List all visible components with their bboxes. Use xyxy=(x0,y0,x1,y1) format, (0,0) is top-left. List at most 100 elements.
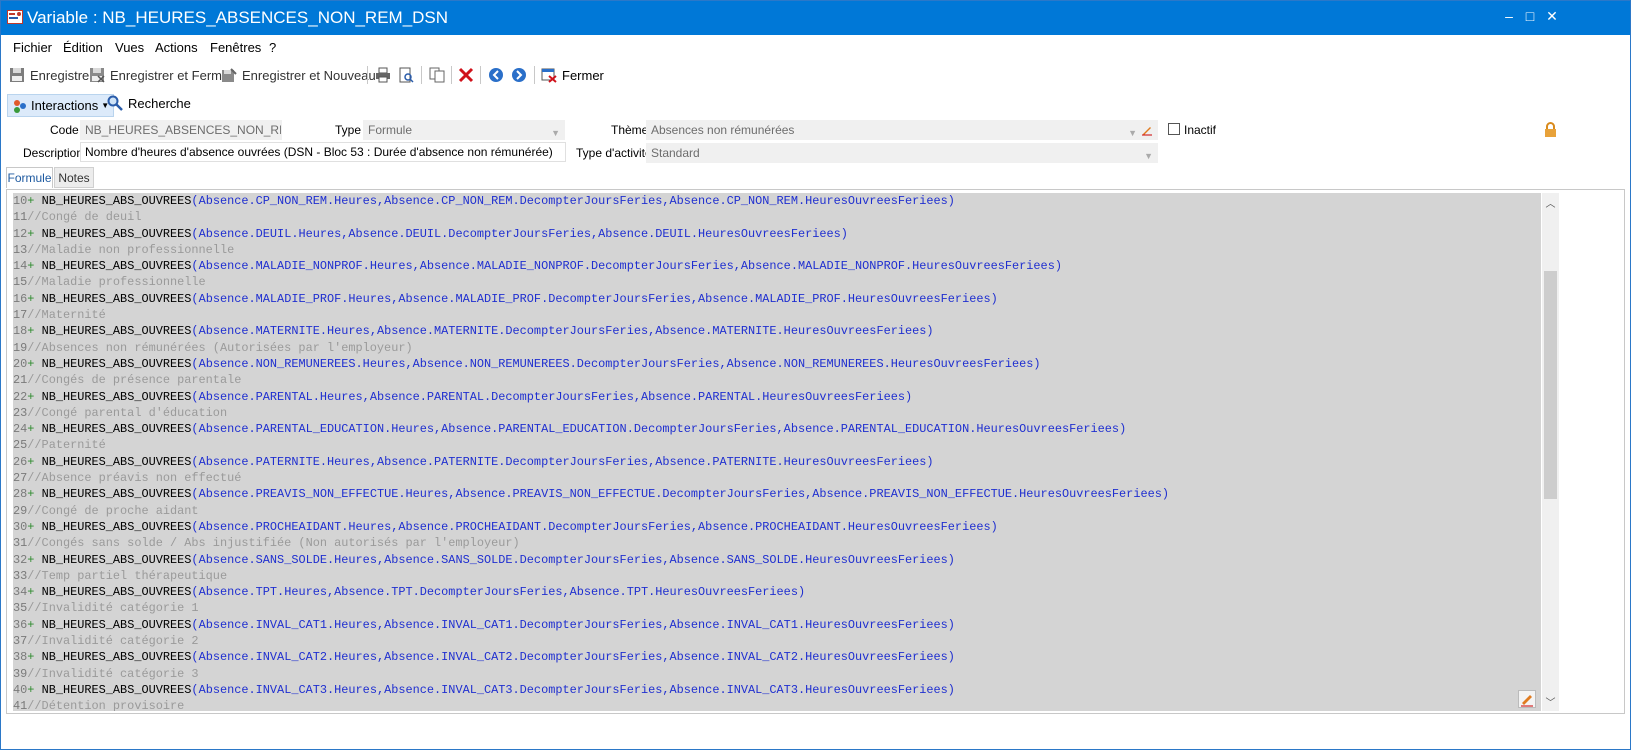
close-paren: ) xyxy=(947,650,955,665)
code-line: 38+ NB_HEURES_ABS_OUVREES(Absence.INVAL_… xyxy=(13,649,1169,665)
code-line: 37//Invalidité catégorie 2 xyxy=(13,633,1169,649)
line-number: 34 xyxy=(13,585,28,600)
print-button[interactable] xyxy=(375,65,396,85)
line-number: 33 xyxy=(13,568,28,583)
function-name: NB_HEURES_ABS_OUVREES xyxy=(41,194,192,208)
type-select[interactable]: Formule ▼ xyxy=(363,120,565,140)
code-line: 15//Maladie professionnelle xyxy=(13,274,1169,290)
line-number: 38 xyxy=(13,650,28,665)
line-number: 21 xyxy=(13,373,28,388)
code-line: 17//Maternité xyxy=(13,307,1169,323)
code-lines: 10+ NB_HEURES_ABS_OUVREES(Absence.CP_NON… xyxy=(13,193,1169,711)
code-comment: //Paternité xyxy=(27,438,106,453)
code-line: 41//Détention provisoire xyxy=(13,698,1169,711)
formula-editor[interactable]: 10+ NB_HEURES_ABS_OUVREES(Absence.CP_NON… xyxy=(13,193,1541,711)
close-paren: ) xyxy=(1033,356,1041,371)
floppy-close-icon xyxy=(89,67,105,83)
next-button[interactable] xyxy=(511,65,532,85)
close-paren: ) xyxy=(990,291,998,306)
close-paren: ) xyxy=(1054,259,1062,274)
open-paren: ( xyxy=(191,650,199,665)
maximize-button[interactable]: □ xyxy=(1522,8,1538,24)
search-icon xyxy=(107,95,123,111)
previous-button[interactable] xyxy=(488,65,509,85)
tab-notes[interactable]: Notes xyxy=(54,167,94,188)
save-new-button[interactable]: Enregistrer et Nouveau xyxy=(221,65,376,85)
floppy-icon xyxy=(9,67,25,83)
print-preview-button[interactable] xyxy=(398,65,419,85)
close-paren: ) xyxy=(947,194,955,208)
code-line: 20+ NB_HEURES_ABS_OUVREES(Absence.NON_RE… xyxy=(13,356,1169,372)
search-button[interactable]: Recherche xyxy=(107,93,191,113)
open-paren: ( xyxy=(191,487,199,502)
code-comment: //Congés de présence parentale xyxy=(27,373,242,388)
open-paren: ( xyxy=(191,324,199,339)
line-number: 31 xyxy=(13,536,28,551)
open-paren: ( xyxy=(191,422,199,437)
code-line: 32+ NB_HEURES_ABS_OUVREES(Absence.SANS_S… xyxy=(13,552,1169,568)
code-line: 22+ NB_HEURES_ABS_OUVREES(Absence.PARENT… xyxy=(13,389,1169,405)
close-paren: ) xyxy=(840,226,848,241)
tab-formule[interactable]: Formule xyxy=(6,167,53,188)
code-comment: //Maladie professionnelle xyxy=(27,275,206,290)
function-args: Absence.CP_NON_REM.Heures,Absence.CP_NON… xyxy=(198,194,948,208)
inactive-checkbox[interactable] xyxy=(1168,123,1180,135)
close-form-button[interactable]: Fermer xyxy=(541,65,604,85)
code-comment: //Maternité xyxy=(27,308,106,323)
open-paren: ( xyxy=(191,291,199,306)
theme-select[interactable]: Absences non rémunérées ▼ xyxy=(646,120,1158,140)
function-name: NB_HEURES_ABS_OUVREES xyxy=(41,682,192,697)
code-comment: //Détention provisoire xyxy=(27,699,185,711)
save-close-label: Enregistrer et Fermer xyxy=(110,67,234,83)
add-operator: + xyxy=(27,259,42,274)
description-label: Description xyxy=(23,146,84,160)
scrollbar-thumb[interactable] xyxy=(1544,271,1557,499)
code-comment: //Temp partiel thérapeutique xyxy=(27,568,228,583)
lock-icon[interactable] xyxy=(1544,122,1557,140)
window-title: Variable : NB_HEURES_ABSENCES_NON_REM_DS… xyxy=(27,8,449,27)
toolbar-separator xyxy=(534,66,535,84)
activity-type-value: Standard xyxy=(651,146,700,160)
menu-fichier[interactable]: Fichier xyxy=(13,40,52,55)
line-number: 32 xyxy=(13,552,28,567)
type-value: Formule xyxy=(368,123,413,137)
code-line: 35//Invalidité catégorie 1 xyxy=(13,600,1169,616)
add-operator: + xyxy=(27,422,42,437)
line-number: 30 xyxy=(13,519,28,534)
edit-theme-icon[interactable] xyxy=(1141,123,1153,139)
inactive-label: Inactif xyxy=(1184,123,1217,137)
code-field[interactable]: NB_HEURES_ABSENCES_NON_REM_DSN xyxy=(80,120,282,140)
scroll-down-arrow[interactable]: ﹀ xyxy=(1542,694,1559,709)
line-number: 27 xyxy=(13,471,28,486)
menu-actions[interactable]: Actions xyxy=(155,40,198,55)
copy-button[interactable] xyxy=(429,65,450,85)
editor-scrollbar[interactable]: ︿ ﹀ xyxy=(1542,193,1559,711)
save-button[interactable]: Enregistrer xyxy=(9,65,94,85)
close-paren: ) xyxy=(947,682,955,697)
menu-vues[interactable]: Vues xyxy=(115,40,144,55)
description-input[interactable]: Nombre d'heures d'absence ouvrées (DSN -… xyxy=(80,142,566,162)
menu-help[interactable]: ? xyxy=(269,40,276,55)
menu-edition[interactable]: Édition xyxy=(63,40,103,55)
function-name: NB_HEURES_ABS_OUVREES xyxy=(41,585,192,600)
theme-label: Thème xyxy=(611,123,649,137)
title-bar[interactable]: Variable : NB_HEURES_ABSENCES_NON_REM_DS… xyxy=(1,1,1630,35)
add-operator: + xyxy=(27,389,42,404)
line-number: 11 xyxy=(13,210,28,225)
save-close-button[interactable]: Enregistrer et Fermer xyxy=(89,65,234,85)
activity-type-select[interactable]: Standard ▼ xyxy=(646,143,1158,163)
line-number: 17 xyxy=(13,308,28,323)
save-new-label: Enregistrer et Nouveau xyxy=(242,67,376,83)
close-paren: ) xyxy=(1161,487,1170,502)
function-args: Absence.TPT.Heures,Absence.TPT.Decompter… xyxy=(198,585,798,600)
close-window-button[interactable]: ✕ xyxy=(1544,8,1560,24)
delete-button[interactable] xyxy=(458,65,479,85)
edit-formula-button[interactable] xyxy=(1518,690,1536,708)
menu-fenetres[interactable]: Fenêtres xyxy=(210,40,261,55)
line-number: 41 xyxy=(13,699,28,711)
copy-icon xyxy=(429,67,445,83)
minimize-button[interactable]: – xyxy=(1501,8,1517,24)
pencil-icon xyxy=(1521,695,1533,707)
interactions-dropdown[interactable]: Interactions ▼ xyxy=(7,94,115,117)
scroll-up-arrow[interactable]: ︿ xyxy=(1542,195,1559,210)
